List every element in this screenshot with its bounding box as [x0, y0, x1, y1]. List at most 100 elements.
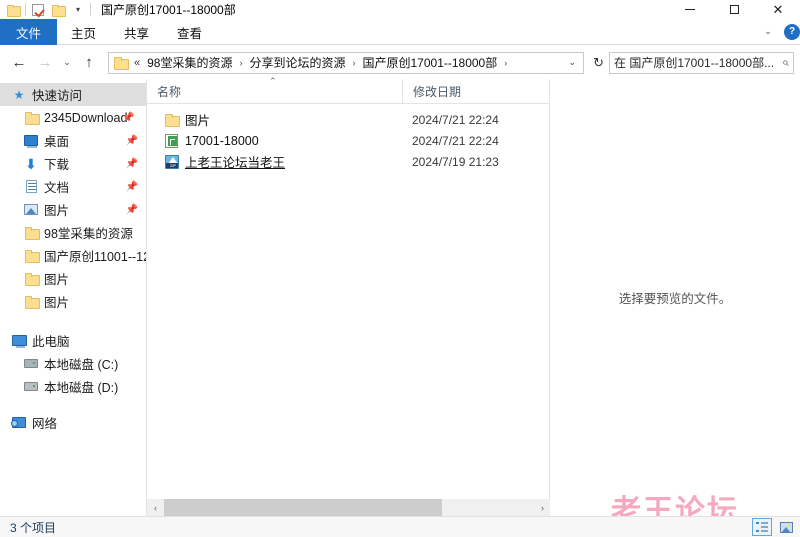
breadcrumb-item-1[interactable]: 98堂采集的资源 — [143, 53, 236, 72]
tab-view[interactable]: 查看 — [163, 19, 216, 45]
details-view-button[interactable] — [752, 518, 772, 536]
scroll-right-button[interactable]: › — [534, 499, 551, 516]
search-icon: ⌕ — [782, 55, 789, 69]
sidebar-item-local-disk-c[interactable]: 本地磁盘 (C:) — [0, 352, 146, 375]
recent-locations-icon[interactable]: ⌄ — [58, 50, 76, 76]
table-row[interactable]: 17001-18000 2024/7/21 22:24 — [147, 130, 549, 151]
sidebar-item-pictures-folder-1[interactable]: 图片 — [0, 267, 146, 290]
explorer-body: ★ 快速访问 2345Download 📌 桌面 📌 ⬇ 下载 📌 文档 📌 图… — [0, 76, 800, 537]
file-name-cell[interactable]: 17001-18000 — [147, 133, 402, 148]
pin-icon[interactable]: 📌 — [126, 204, 138, 215]
file-date-cell: 2024/7/19 21:23 — [412, 154, 499, 169]
file-name-cell[interactable]: ZIP 上老王论坛当老王 — [147, 152, 402, 171]
sidebar-item-98tang-resources[interactable]: 98堂采集的资源 — [0, 221, 146, 244]
column-header-date-label: 修改日期 — [413, 84, 462, 99]
maximize-button[interactable] — [712, 0, 756, 19]
file-name-cell[interactable]: 图片 — [147, 110, 402, 129]
customize-chevron-icon[interactable]: ▾ — [68, 1, 88, 19]
folder-icon — [22, 273, 40, 286]
horizontal-scrollbar[interactable]: ‹ › — [147, 499, 551, 516]
sidebar-item-pictures-folder-2[interactable]: 图片 — [0, 290, 146, 313]
sidebar-gap-1 — [0, 313, 146, 329]
folder-icon — [22, 227, 40, 240]
table-row[interactable]: 图片 2024/7/21 22:24 — [147, 109, 549, 130]
pin-icon[interactable]: 📌 — [126, 181, 138, 192]
refresh-icon[interactable]: ↻ — [588, 55, 609, 71]
back-button[interactable]: ← — [6, 50, 32, 76]
preview-empty-text: 选择要预览的文件。 — [618, 292, 732, 306]
address-bar[interactable]: « 98堂采集的资源 › 分享到论坛的资源 › 国产原创17001--18000… — [108, 51, 585, 74]
new-folder-icon[interactable] — [48, 1, 68, 19]
properties-icon[interactable] — [28, 1, 48, 19]
minimize-button[interactable] — [668, 0, 712, 19]
ribbon-tab-bar: 文件 主页 共享 查看 ⌄ ? — [0, 19, 800, 45]
sidebar-item-downloads[interactable]: ⬇ 下载 📌 — [0, 152, 146, 175]
pin-icon[interactable]: 📌 — [126, 135, 138, 146]
search-input[interactable]: 在 国产原创17001--18000部... — [614, 54, 782, 71]
download-icon: ⬇ — [25, 155, 37, 172]
folder-icon — [165, 114, 185, 127]
column-header-date[interactable]: 修改日期 — [402, 78, 542, 104]
sidebar-item-quick-access[interactable]: ★ 快速访问 — [0, 83, 146, 106]
zip-tag-label: ZIP — [166, 162, 178, 168]
sidebar-item-desktop[interactable]: 桌面 📌 — [0, 129, 146, 152]
up-button[interactable]: ↑ — [76, 50, 102, 76]
file-explorer-window: ▾ 国产原创17001--18000部 ✕ 文件 主页 共享 查看 ⌄ ? ← … — [0, 0, 800, 537]
details-view-icon — [756, 521, 768, 533]
sidebar-item-label: 本地磁盘 (D:) — [44, 381, 119, 395]
chevron-down-icon[interactable]: ⌄ — [760, 26, 776, 37]
status-bar: 3 个项目 — [0, 516, 800, 537]
tab-home[interactable]: 主页 — [57, 19, 110, 45]
column-header-name[interactable]: 名称 ⌃ — [147, 76, 402, 104]
sidebar-item-label: 网络 — [32, 417, 58, 431]
breadcrumb-item-3[interactable]: 国产原创17001--18000部 — [359, 53, 502, 72]
sidebar-item-label: 快速访问 — [32, 89, 83, 103]
sidebar-item-pictures[interactable]: 图片 📌 — [0, 198, 146, 221]
breadcrumb-separator-2[interactable]: › — [350, 58, 359, 68]
window-controls: ✕ — [668, 0, 800, 19]
sidebar-item-label: 本地磁盘 (C:) — [44, 358, 119, 372]
documents-icon — [22, 180, 40, 193]
scrollbar-thumb[interactable] — [164, 499, 442, 516]
scrollbar-track[interactable] — [164, 499, 534, 516]
folder-icon — [22, 250, 40, 263]
zip-archive-icon: ZIP — [165, 154, 185, 169]
table-row[interactable]: ZIP 上老王论坛当老王 2024/7/19 21:23 — [147, 151, 549, 172]
tab-file[interactable]: 文件 — [0, 19, 58, 45]
file-list-pane: 名称 ⌃ 修改日期 图片 2024/7/21 22:24 17001-18000… — [146, 76, 551, 516]
breadcrumb-overflow-icon[interactable]: « — [131, 57, 143, 69]
folder-icon — [22, 296, 40, 309]
address-bar-row: ← → ⌄ ↑ « 98堂采集的资源 › 分享到论坛的资源 › 国产原创1700… — [0, 46, 800, 79]
tab-share[interactable]: 共享 — [110, 19, 163, 45]
breadcrumb-separator-1[interactable]: › — [236, 58, 245, 68]
window-title: 国产原创17001--18000部 — [101, 3, 236, 17]
large-icons-view-icon — [779, 521, 793, 533]
help-icon[interactable]: ? — [784, 23, 800, 40]
sidebar-item-guochan-11001[interactable]: 国产原创11001--12 — [0, 244, 146, 267]
folder-icon[interactable] — [3, 1, 23, 19]
scroll-left-button[interactable]: ‹ — [147, 499, 164, 516]
file-date-cell: 2024/7/21 22:24 — [412, 133, 499, 148]
sidebar-item-network[interactable]: 网络 — [0, 411, 146, 434]
sidebar-item-label: 国产原创11001--12 — [44, 250, 146, 264]
large-icons-view-button[interactable] — [776, 518, 796, 536]
sidebar-item-label: 2345Download — [44, 110, 128, 125]
folder-icon — [22, 112, 40, 125]
search-box[interactable]: 在 国产原创17001--18000部... ⌕ — [609, 51, 794, 74]
breadcrumb-item-2[interactable]: 分享到论坛的资源 — [245, 53, 349, 72]
sidebar-item-2345download[interactable]: 2345Download 📌 — [0, 106, 146, 129]
pin-icon[interactable]: 📌 — [122, 112, 134, 123]
network-icon — [10, 417, 28, 428]
pin-icon[interactable]: 📌 — [126, 158, 138, 169]
column-header-row: 名称 ⌃ 修改日期 — [147, 76, 549, 104]
star-pin-icon: ★ — [13, 87, 25, 102]
sidebar-item-documents[interactable]: 文档 📌 — [0, 175, 146, 198]
ribbon-right-controls: ⌄ ? — [760, 19, 800, 44]
forward-button[interactable]: → — [32, 50, 58, 76]
breadcrumb-separator-3[interactable]: › — [501, 58, 510, 68]
close-button[interactable]: ✕ — [756, 0, 800, 19]
sidebar-item-this-pc[interactable]: 此电脑 — [0, 329, 146, 352]
sidebar-item-local-disk-d[interactable]: 本地磁盘 (D:) — [0, 375, 146, 398]
view-mode-buttons — [752, 518, 800, 536]
address-dropdown-icon[interactable]: ⌄ — [564, 57, 582, 68]
